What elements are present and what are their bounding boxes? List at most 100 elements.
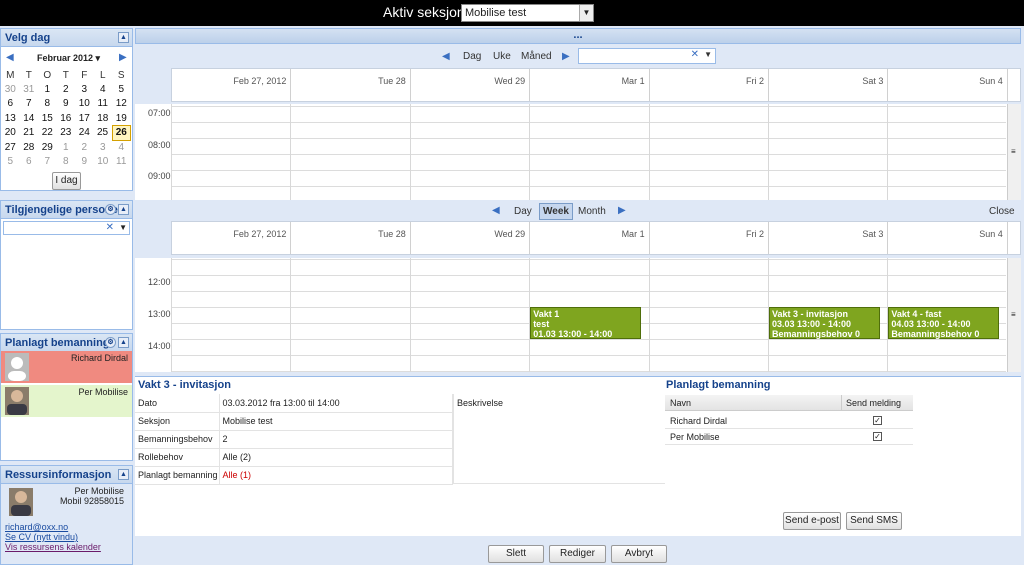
next-icon[interactable]: ▶: [562, 51, 570, 62]
calendar-day[interactable]: 1: [57, 140, 76, 155]
prev-icon[interactable]: ◀: [442, 51, 450, 62]
email-link[interactable]: richard@oxx.no: [5, 522, 101, 532]
scroll-grip-icon[interactable]: ≡: [1011, 310, 1016, 319]
prev-month-icon[interactable]: ◀: [6, 52, 14, 63]
active-section-label: Aktiv seksjon:: [383, 4, 469, 20]
prev-icon[interactable]: ◀: [492, 205, 500, 216]
view-month[interactable]: Måned: [521, 51, 552, 62]
calendar-day[interactable]: 18: [94, 111, 113, 126]
month-label[interactable]: Februar 2012 ▾: [37, 53, 100, 64]
calendar-day[interactable]: 24: [75, 126, 94, 141]
today-button[interactable]: I dag: [52, 172, 81, 190]
calendar-day[interactable]: 11: [94, 97, 113, 112]
send-checkbox[interactable]: ✓: [873, 416, 882, 425]
calendar-day[interactable]: 19: [112, 111, 131, 126]
view-day[interactable]: Day: [514, 206, 532, 217]
calendar-day[interactable]: 2: [75, 140, 94, 155]
collapse-icon[interactable]: ▲: [118, 204, 129, 215]
gear-icon[interactable]: ⚙: [105, 337, 116, 348]
clear-icon[interactable]: ✕: [106, 222, 114, 233]
calendar-day[interactable]: 23: [57, 126, 76, 141]
calendar-day[interactable]: 17: [75, 111, 94, 126]
calendar-day[interactable]: 14: [20, 111, 39, 126]
calendar-day[interactable]: 4: [112, 140, 131, 155]
calendar-day[interactable]: 5: [112, 82, 131, 97]
calendar-day[interactable]: 9: [75, 155, 94, 170]
vertical-scrollbar[interactable]: ≡: [1007, 258, 1021, 372]
close-button[interactable]: Close: [989, 206, 1015, 217]
calendar-day[interactable]: 5: [1, 155, 20, 170]
chevron-down-icon[interactable]: ▼: [579, 5, 593, 21]
gear-icon[interactable]: ⚙: [105, 204, 116, 215]
calendar-day[interactable]: 6: [1, 97, 20, 112]
delete-button[interactable]: Slett: [488, 545, 544, 563]
clear-icon[interactable]: ✕: [691, 49, 699, 60]
view-week[interactable]: Uke: [493, 51, 511, 62]
dow-label: M: [6, 69, 15, 81]
personer-search-input[interactable]: ✕ ▼: [3, 221, 130, 235]
scroll-grip-icon[interactable]: ≡: [1011, 147, 1016, 156]
chevron-down-icon[interactable]: ▼: [119, 223, 127, 232]
cv-link[interactable]: Se CV (nytt vindu): [5, 532, 101, 542]
avatar-placeholder-icon: [5, 353, 29, 381]
edit-button[interactable]: Rediger: [549, 545, 606, 563]
calendar-event[interactable]: Vakt 3 - invitasjon 03.03 13:00 - 14:00 Be…: [769, 307, 880, 339]
next-month-icon[interactable]: ▶: [119, 52, 127, 63]
view-week[interactable]: Week: [539, 203, 573, 220]
calendar-day[interactable]: 7: [20, 97, 39, 112]
calendar-event[interactable]: Vakt 1 test 01.03 13:00 - 14:00: [530, 307, 642, 339]
calendar-day[interactable]: 7: [38, 155, 57, 170]
calendar-event[interactable]: Vakt 4 - fast 04.03 13:00 - 14:00 Bemannin…: [888, 307, 1000, 339]
section-select[interactable]: Mobilise test ▼: [461, 4, 594, 22]
calendar-day[interactable]: 2: [57, 82, 76, 97]
planlagt-table-header: Navn Send melding: [665, 395, 913, 411]
col-send[interactable]: Send melding: [846, 398, 901, 408]
calendar-day[interactable]: 28: [20, 140, 39, 155]
calendar-day[interactable]: 3: [94, 140, 113, 155]
calendar-day[interactable]: 25: [94, 126, 113, 141]
calendar-day[interactable]: 1: [38, 82, 57, 97]
collapse-icon[interactable]: ▲: [118, 337, 129, 348]
collapse-bar[interactable]: ...: [135, 28, 1021, 44]
calendar-day[interactable]: 22: [38, 126, 57, 141]
calendar-day[interactable]: 10: [75, 97, 94, 112]
day-header: Tue 28: [291, 222, 411, 254]
send-checkbox[interactable]: ✓: [873, 432, 882, 441]
calendar-day[interactable]: 27: [1, 140, 20, 155]
calendar-day[interactable]: 11: [112, 155, 131, 170]
calendar-day[interactable]: 20: [1, 126, 20, 141]
calendar-day[interactable]: 26: [111, 125, 131, 141]
avatar: [9, 488, 33, 516]
send-sms-button[interactable]: Send SMS: [846, 512, 902, 530]
calendar-day[interactable]: 8: [57, 155, 76, 170]
chevron-down-icon[interactable]: ▼: [704, 50, 712, 59]
calendar-day[interactable]: 12: [112, 97, 131, 112]
calendar-day[interactable]: 16: [57, 111, 76, 126]
calendar-day[interactable]: 21: [20, 126, 39, 141]
person-item-per[interactable]: Per Mobilise: [1, 385, 132, 417]
calendar-day[interactable]: 30: [1, 82, 20, 97]
calendar-day[interactable]: 10: [94, 155, 113, 170]
view-day[interactable]: Dag: [463, 51, 481, 62]
calendar-day[interactable]: 29: [38, 140, 57, 155]
view-month[interactable]: Month: [578, 206, 606, 217]
calendar-day[interactable]: 3: [75, 82, 94, 97]
person-item-richard[interactable]: Richard Dirdal: [1, 351, 132, 383]
event-text: Vakt 1: [533, 309, 560, 319]
calendar-day[interactable]: 13: [1, 111, 20, 126]
calendar-link[interactable]: Vis ressursens kalender: [5, 542, 101, 552]
calendar-day[interactable]: 8: [38, 97, 57, 112]
collapse-icon[interactable]: ▲: [118, 32, 129, 43]
cal1-filter-input[interactable]: ✕ ▼: [578, 48, 716, 64]
calendar-day[interactable]: 4: [94, 82, 113, 97]
vertical-scrollbar[interactable]: ≡: [1007, 104, 1021, 200]
calendar-day[interactable]: 15: [38, 111, 57, 126]
col-name[interactable]: Navn: [670, 398, 691, 408]
next-icon[interactable]: ▶: [618, 205, 626, 216]
calendar-day[interactable]: 9: [57, 97, 76, 112]
calendar-day[interactable]: 6: [20, 155, 39, 170]
calendar-day[interactable]: 31: [20, 82, 39, 97]
cancel-button[interactable]: Avbryt: [611, 545, 667, 563]
collapse-icon[interactable]: ▲: [118, 469, 129, 480]
send-email-button[interactable]: Send e-post: [783, 512, 841, 530]
